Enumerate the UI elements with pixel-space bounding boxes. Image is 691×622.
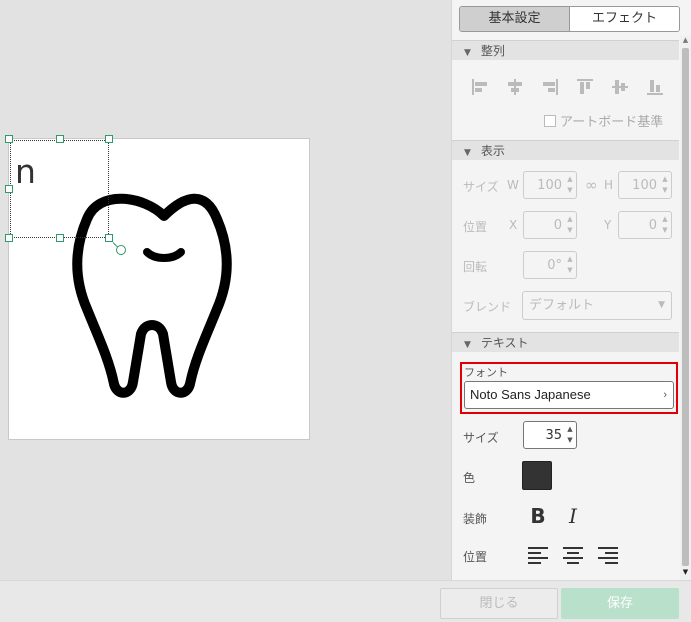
height-stepper-icon[interactable]: ▲ ▼ [660, 174, 670, 196]
panel-tabs: 基本設定 エフェクト [459, 6, 680, 32]
chevron-down-icon: ▼ [464, 340, 471, 350]
chevron-right-icon: › [663, 389, 667, 401]
width-input[interactable]: 100 ▲ ▼ [523, 171, 577, 199]
section-text-title: テキスト [480, 336, 529, 350]
font-size-value: 35 [545, 428, 562, 443]
font-size-label: サイズ [463, 431, 499, 445]
section-align-title: 整列 [480, 44, 505, 58]
text-align-center-icon[interactable] [563, 545, 583, 565]
width-stepper-icon[interactable]: ▲ ▼ [565, 174, 575, 196]
rotation-value: 0° [547, 258, 562, 273]
text-layer-selection[interactable]: n [10, 140, 109, 238]
x-stepper-icon[interactable]: ▲ ▼ [565, 214, 575, 236]
text-layer-content[interactable]: n [15, 155, 36, 188]
artboard-basis-checkbox[interactable]: アートボード基準 [544, 111, 663, 130]
footer-bar: 閉じる 保存 [0, 580, 691, 622]
x-value: 0 [553, 218, 562, 233]
blend-select[interactable]: デフォルト ▼ [522, 291, 672, 320]
align-bottom-icon[interactable] [646, 78, 664, 96]
font-highlight-box: フォント Noto Sans Japanese › [460, 362, 678, 414]
rotation-stepper-icon[interactable]: ▲ ▼ [565, 254, 575, 276]
align-top-icon[interactable] [576, 78, 594, 96]
bold-icon: B [530, 504, 546, 528]
artboard-basis-label: アートボード基準 [560, 115, 664, 130]
font-size-stepper-icon[interactable]: ▲ ▼ [565, 424, 575, 446]
blend-label: ブレンド [463, 300, 512, 314]
properties-panel: 基本設定 エフェクト ▼ 整列 アートボード基準 ▼ 表示 サイズ W 100 ▲ ▼… [451, 0, 691, 580]
rotate-handle[interactable] [116, 245, 126, 255]
bold-button[interactable]: B [527, 504, 549, 528]
font-size-input[interactable]: 35 ▲ ▼ [523, 421, 577, 449]
x-label: X [509, 218, 518, 232]
position-label: 位置 [463, 220, 488, 234]
resize-handle-top-left[interactable] [5, 135, 13, 143]
rotation-input[interactable]: 0° ▲ ▼ [523, 251, 577, 279]
canvas-area[interactable]: n [0, 0, 451, 580]
scroll-up-icon[interactable]: ▲ [680, 36, 691, 46]
align-left-icon[interactable] [471, 78, 489, 96]
height-value: 100 [632, 178, 657, 193]
decoration-label: 装飾 [463, 512, 488, 526]
width-value: 100 [537, 178, 562, 193]
close-button[interactable]: 閉じる [440, 588, 558, 619]
scroll-down-icon[interactable]: ▼ [680, 568, 691, 578]
resize-handle-top-right[interactable] [105, 135, 113, 143]
font-value: Noto Sans Japanese [470, 387, 591, 402]
font-select[interactable]: Noto Sans Japanese › [464, 381, 674, 409]
artboard[interactable]: n [5, 135, 310, 440]
size-label: サイズ [463, 180, 499, 194]
chevron-down-icon: ▼ [464, 48, 471, 58]
save-button[interactable]: 保存 [561, 588, 679, 619]
section-align-header[interactable]: ▼ 整列 [452, 40, 679, 60]
align-center-vertical-icon[interactable] [611, 78, 629, 96]
height-input[interactable]: 100 ▲ ▼ [618, 171, 672, 199]
color-swatch[interactable] [522, 461, 552, 490]
section-display-title: 表示 [480, 144, 505, 158]
chevron-down-icon: ▼ [464, 148, 471, 158]
resize-handle-bottom-left[interactable] [5, 234, 13, 242]
italic-icon: I [569, 504, 577, 528]
align-center-horizontal-icon[interactable] [506, 78, 524, 96]
tab-basic-settings[interactable]: 基本設定 [460, 7, 570, 31]
align-right-icon[interactable] [541, 78, 559, 96]
y-value: 0 [648, 218, 657, 233]
text-position-label: 位置 [463, 550, 488, 564]
chevron-down-icon: ▼ [658, 300, 665, 310]
x-input[interactable]: 0 ▲ ▼ [523, 211, 577, 239]
resize-handle-bottom[interactable] [56, 234, 64, 242]
resize-handle-left[interactable] [5, 185, 13, 193]
resize-handle-top[interactable] [56, 135, 64, 143]
y-input[interactable]: 0 ▲ ▼ [618, 211, 672, 239]
y-label: Y [604, 218, 612, 232]
font-label: フォント [464, 366, 508, 379]
text-align-left-icon[interactable] [528, 545, 548, 565]
resize-handle-bottom-right[interactable] [105, 234, 113, 242]
height-label: H [604, 178, 614, 192]
link-chain-icon[interactable]: ∞ [585, 176, 598, 194]
section-display-header[interactable]: ▼ 表示 [452, 140, 679, 160]
rotation-label: 回転 [463, 260, 488, 274]
color-label: 色 [463, 471, 476, 485]
tab-effects[interactable]: エフェクト [570, 7, 679, 31]
checkbox-box[interactable] [544, 114, 556, 127]
panel-scrollbar[interactable]: ▲ ▼ [680, 36, 691, 580]
blend-value: デフォルト [529, 298, 595, 313]
section-text-header[interactable]: ▼ テキスト [452, 332, 679, 352]
italic-button[interactable]: I [562, 504, 584, 528]
width-label: W [507, 178, 519, 192]
scroll-thumb[interactable] [682, 48, 689, 566]
y-stepper-icon[interactable]: ▲ ▼ [660, 214, 670, 236]
text-align-right-icon[interactable] [598, 545, 618, 565]
